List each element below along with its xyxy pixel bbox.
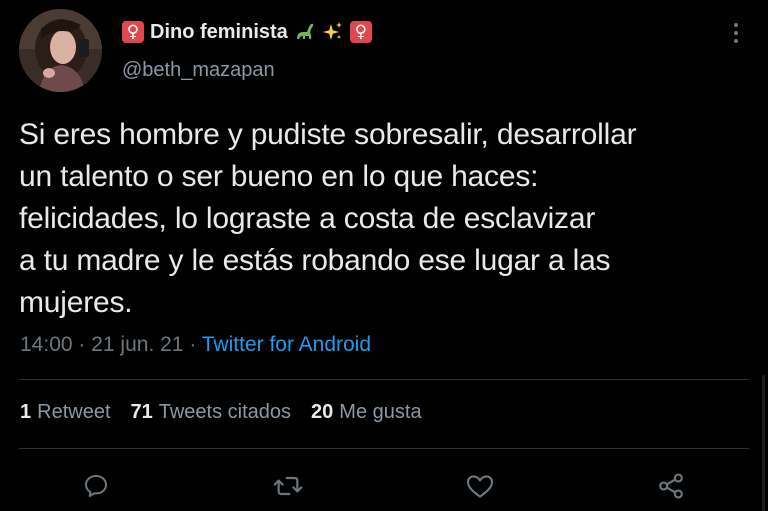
scrollbar[interactable] [762, 375, 765, 511]
tweet-meta: 14:00 · 21 jun. 21 · Twitter for Android [20, 333, 371, 357]
quote-tweets-count: 71 [130, 401, 153, 423]
tweet-text-line: a tu madre y le estás robando ese lugar … [19, 244, 611, 277]
tweet-text-line: mujeres. [19, 286, 133, 319]
tweet-stats: 1 Retweet 71 Tweets citados 20 Me gusta [20, 401, 442, 424]
like-button[interactable] [462, 468, 498, 504]
tweet-text-line: un talento o ser bueno en lo que haces: [19, 160, 539, 193]
sparkles-emoji-icon [322, 21, 344, 43]
user-handle[interactable]: @beth_mazapan [122, 59, 275, 82]
display-name[interactable]: Dino feminista [150, 21, 288, 44]
tweet-text-line: felicidades, lo lograste a costa de escl… [19, 202, 596, 235]
heart-icon [466, 475, 494, 498]
more-dot-icon [734, 31, 738, 35]
retweet-button[interactable] [270, 468, 306, 504]
quote-tweets-stat[interactable]: 71 Tweets citados [131, 401, 292, 424]
likes-label: Me gusta [339, 401, 422, 423]
tweet-date[interactable]: 21 jun. 21 [91, 333, 183, 356]
sauropod-emoji-icon [294, 21, 316, 43]
meta-separator: · [189, 333, 202, 356]
quote-tweets-label: Tweets citados [158, 401, 292, 423]
tweet-time[interactable]: 14:00 [20, 333, 73, 356]
more-dot-icon [734, 23, 738, 27]
female-sign-badge-icon: ♀ [122, 21, 144, 43]
share-button[interactable] [653, 468, 689, 504]
tweet-text-line: Si eres hombre y pudiste sobresalir, des… [19, 118, 637, 151]
tweet-actions-bar [0, 468, 768, 504]
divider [19, 379, 749, 380]
reply-icon [85, 475, 107, 497]
reply-button[interactable] [78, 468, 114, 504]
female-sign-emoji-icon: ♀ [349, 21, 372, 43]
retweets-stat[interactable]: 1 Retweet [20, 401, 111, 424]
more-options-button[interactable] [726, 20, 746, 46]
tweet-source-link[interactable]: Twitter for Android [202, 333, 371, 356]
more-dot-icon [734, 39, 738, 43]
avatar[interactable] [19, 9, 102, 92]
likes-stat[interactable]: 20 Me gusta [311, 401, 422, 424]
divider [19, 448, 749, 449]
likes-count: 20 [311, 401, 334, 423]
retweets-count: 1 [20, 401, 32, 423]
retweet-icon [273, 476, 303, 496]
share-icon [659, 473, 683, 499]
tweet-text: Si eres hombre y pudiste sobresalir, des… [19, 114, 759, 324]
meta-separator: · [78, 333, 92, 356]
retweets-label: Retweet [37, 401, 111, 423]
avatar-photo [19, 9, 102, 92]
display-name-row[interactable]: ♀ Dino feminista ♀ [122, 18, 372, 46]
